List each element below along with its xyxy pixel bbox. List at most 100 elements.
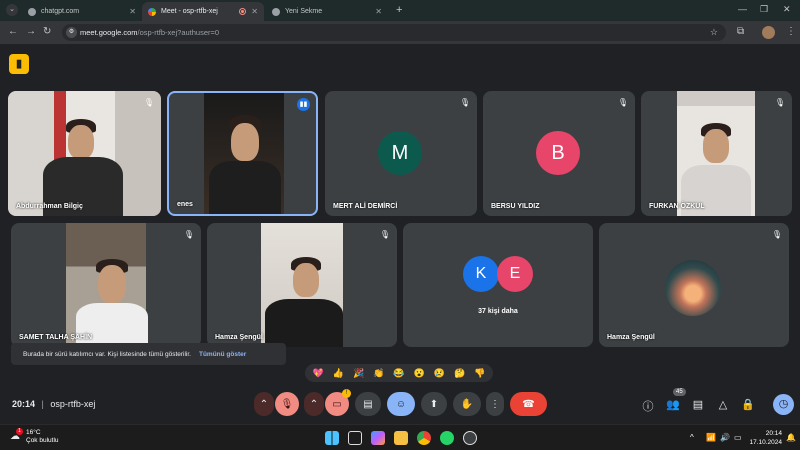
participant-name: Abdurrahman Bilgiç [16, 203, 83, 210]
video-feed [209, 161, 281, 214]
mic-toggle-button[interactable]: 🎙︎ [275, 392, 299, 416]
participant-tile[interactable]: M 🎙︎ MERT ALİ DEMİRCİ [325, 91, 477, 216]
weather-desc: Çok bulutlu [26, 437, 59, 444]
app-icon[interactable] [463, 431, 477, 445]
maximize-icon[interactable]: ❐ [760, 4, 768, 15]
more-participants-tile[interactable]: K E 37 kişi daha [403, 223, 593, 347]
reaction-surprised-icon[interactable]: 😮 [414, 368, 425, 379]
mic-off-icon: 🎙︎ [280, 398, 294, 410]
address-bar[interactable]: ⚙ meet.google.com/osp-rtfb-xej?authuser=… [62, 24, 726, 41]
chat-icon[interactable]: ▤ [690, 398, 706, 411]
captions-button[interactable]: ▤ [355, 392, 381, 416]
weather-widget[interactable]: 16°C Çok bulutlu [26, 429, 59, 445]
copilot-icon[interactable] [371, 431, 385, 445]
meeting-details-icon[interactable]: ⓘ [640, 398, 656, 414]
menu-icon[interactable]: ⋮ [786, 26, 796, 38]
chrome-favicon-icon [272, 7, 280, 16]
raise-hand-button[interactable]: ✋ [453, 392, 481, 416]
reaction-clap-icon[interactable]: 👏 [373, 368, 384, 379]
participant-avatar: E [497, 256, 533, 292]
reaction-party-icon[interactable]: 🎉 [353, 368, 364, 379]
participant-tile[interactable]: 🎙︎ FURKAN ÖZKUL [641, 91, 792, 216]
bookmark-star-icon[interactable]: ☆ [710, 27, 718, 38]
audio-options-button[interactable]: ⌃ [254, 392, 274, 416]
close-tab-icon[interactable]: ✕ [375, 7, 382, 16]
battery-icon[interactable]: ▭ [734, 433, 742, 442]
participants-notice: Burada bir sürü katılımcı var. Kişi list… [11, 343, 286, 365]
task-view-icon[interactable] [348, 431, 362, 445]
url-host: meet.google.com [80, 28, 138, 37]
people-icon[interactable]: 👥 [665, 398, 681, 411]
chrome-icon[interactable] [417, 431, 431, 445]
new-tab-button[interactable]: + [396, 4, 402, 16]
meeting-host-icon[interactable]: ▮ [9, 54, 29, 74]
participant-tile[interactable]: 🎙︎ Hamza Şengül [599, 223, 789, 347]
tab-search-icon[interactable]: ⌄ [6, 4, 18, 16]
close-tab-icon[interactable]: ✕ [251, 7, 258, 16]
present-button[interactable]: ⬆ [421, 392, 447, 416]
tab-new-tab[interactable]: Yeni Sekme ✕ [266, 2, 388, 21]
chatgpt-favicon-icon [28, 7, 36, 16]
participant-tile[interactable]: 🎙︎ SAMET TALHA ŞAHİN [11, 223, 201, 347]
companion-clock-button[interactable]: ◷ [773, 394, 794, 415]
tray-overflow-icon[interactable]: ^ [690, 433, 694, 442]
mic-off-icon: 🎙︎ [774, 98, 786, 107]
mic-off-icon: 🎙︎ [379, 230, 391, 239]
meeting-code: osp-rtfb-xej [50, 399, 96, 409]
file-explorer-icon[interactable] [394, 431, 408, 445]
participant-tile-speaking[interactable]: ▮▮ enes [167, 91, 318, 216]
hang-up-icon: ☎ [522, 398, 535, 410]
reaction-thinking-icon[interactable]: 🤔 [454, 368, 465, 379]
clock-date: 17.10.2024 [749, 439, 782, 446]
close-tab-icon[interactable]: ✕ [129, 7, 136, 16]
reaction-laugh-icon[interactable]: 😂 [393, 368, 404, 379]
captions-icon: ▤ [363, 398, 373, 410]
meeting-time: 20:14 [12, 399, 36, 409]
profile-avatar[interactable] [762, 26, 775, 39]
leave-call-button[interactable]: ☎ [510, 392, 547, 416]
notifications-icon[interactable]: 🔔 [786, 433, 796, 442]
minimize-icon[interactable]: — [738, 4, 747, 14]
participant-name: MERT ALİ DEMİRCİ [333, 203, 398, 210]
tab-title: Yeni Sekme [285, 8, 323, 15]
tab-chatgpt[interactable]: chatgpt.com ✕ [22, 2, 142, 21]
tab-meet[interactable]: Meet - osp-rtfb-xej ✕ [142, 2, 264, 21]
more-options-button[interactable]: ⋮ [486, 392, 504, 416]
windows-taskbar: ☁ 1 16°C Çok bulutlu ^ 📶 🔊 ▭ 20:14 17.10… [0, 424, 800, 450]
back-icon[interactable]: ← [8, 26, 18, 38]
recording-dot-icon [239, 8, 246, 15]
show-all-link[interactable]: Tümünü göster [199, 351, 246, 358]
system-clock[interactable]: 20:14 17.10.2024 [749, 429, 782, 447]
reload-icon[interactable]: ↻ [43, 26, 51, 38]
reaction-thumbs-up-icon[interactable]: 👍 [333, 368, 344, 379]
site-info-icon[interactable]: ⚙ [66, 27, 77, 38]
people-count-badge: 45 [673, 388, 686, 396]
video-options-button[interactable]: ⌃ [304, 392, 324, 416]
extensions-icon[interactable]: ⧉ [737, 26, 744, 38]
activities-icon[interactable]: △ [715, 398, 731, 411]
camera-off-icon: ▭ [332, 398, 342, 410]
volume-icon[interactable]: 🔊 [720, 433, 730, 442]
host-controls-icon[interactable]: 🔒 [740, 398, 756, 411]
start-windows-icon[interactable] [325, 431, 339, 445]
close-window-icon[interactable]: ✕ [783, 4, 791, 15]
weather-temp: 16°C [26, 429, 41, 436]
video-feed [68, 125, 94, 159]
reactions-bar: 💖 👍 🎉 👏 😂 😮 😢 🤔 👎 [305, 364, 493, 382]
wifi-icon[interactable]: 📶 [706, 433, 716, 442]
reaction-heart-icon[interactable]: 💖 [313, 368, 324, 379]
whatsapp-icon[interactable] [440, 431, 454, 445]
reaction-thumbs-down-icon[interactable]: 👎 [474, 368, 485, 379]
participant-tile[interactable]: 🎙︎ Abdurrahman Bilgiç [8, 91, 161, 216]
participant-tile[interactable]: 🎙︎ Hamza Şengül [207, 223, 397, 347]
video-feed [703, 129, 729, 163]
forward-icon[interactable]: → [26, 26, 36, 38]
emoji-button[interactable]: ☺ [387, 392, 415, 416]
url-path: /osp-rtfb-xej?authuser=0 [137, 28, 220, 37]
profile-picture [665, 260, 721, 316]
participant-tile[interactable]: B 🎙︎ BERSU YILDIZ [483, 91, 635, 216]
mic-off-icon: 🎙︎ [459, 98, 471, 107]
info-separator: | [41, 399, 44, 409]
reaction-sad-icon[interactable]: 😢 [434, 368, 445, 379]
control-bar: 20:14 | osp-rtfb-xej ⌃ 🎙︎ ⌃ ▭ ! ▤ ☺ ⬆ ✋ … [0, 384, 800, 424]
